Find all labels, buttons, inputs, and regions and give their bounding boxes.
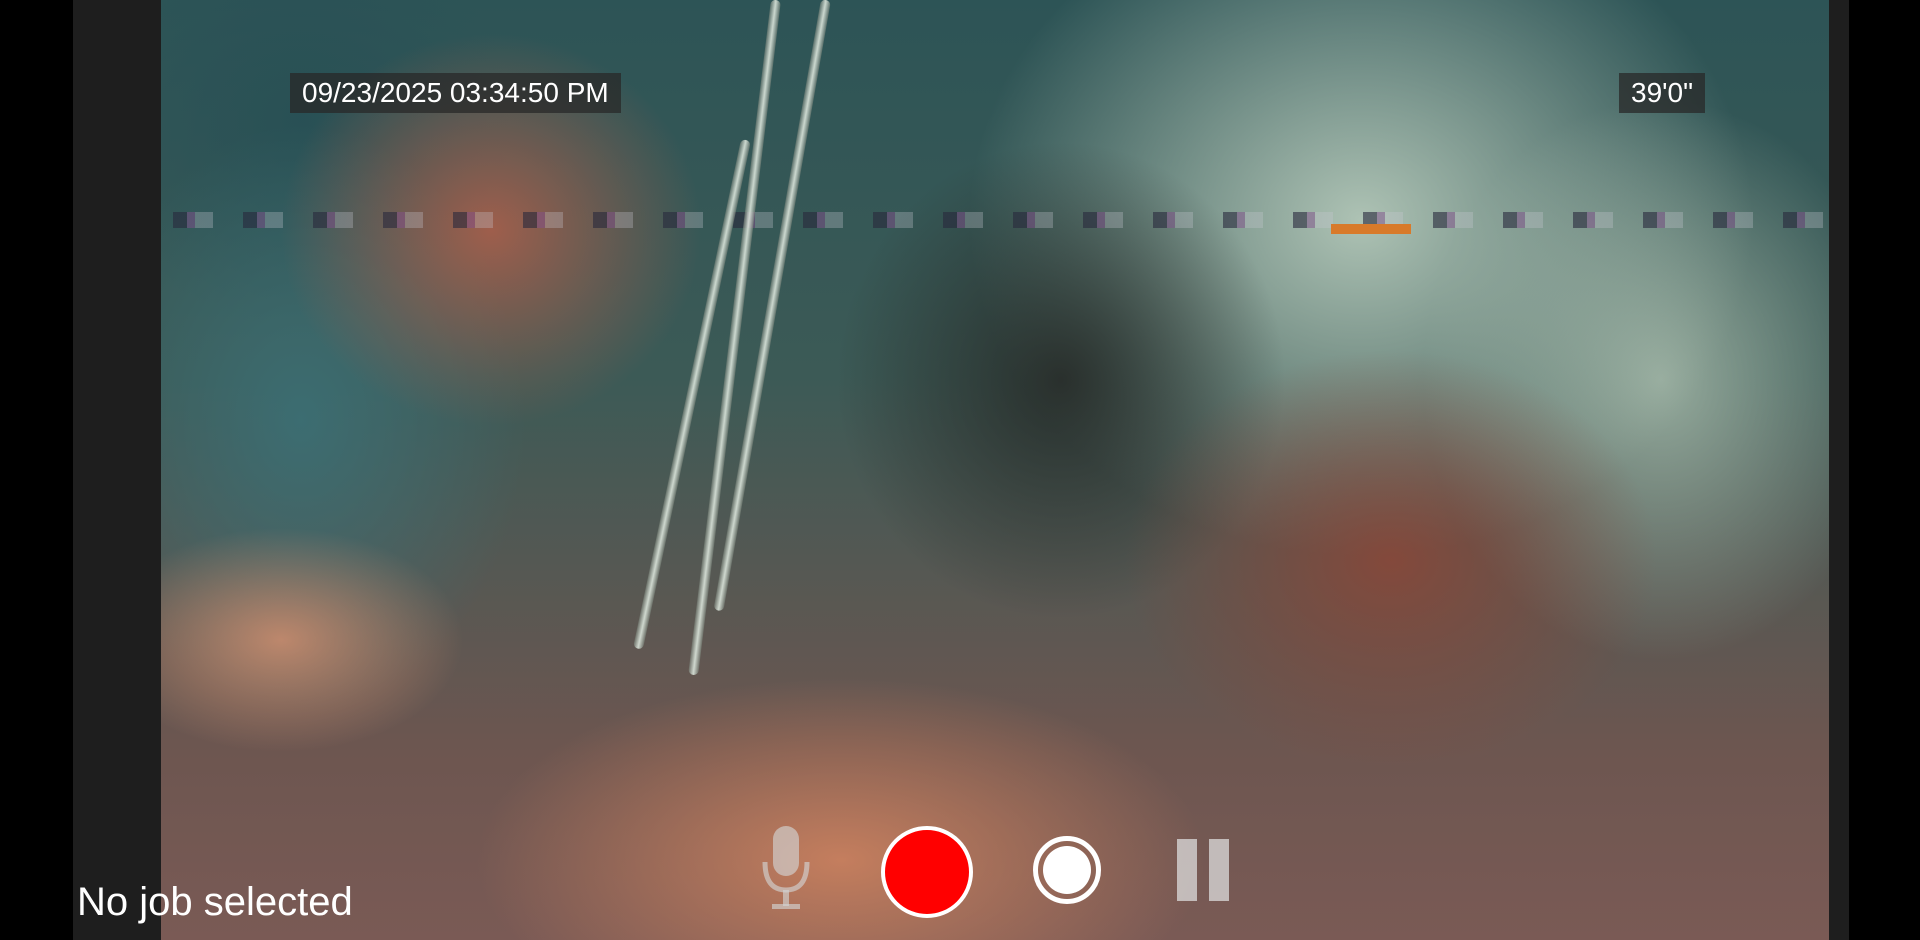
pause-icon-left-bar [1177, 839, 1197, 901]
video-glitch-line [173, 212, 1829, 228]
microphone-button[interactable] [755, 822, 817, 914]
pipe-camera-video-feed [161, 0, 1829, 940]
timestamp-overlay: 09/23/2025 03:34:50 PM [290, 73, 621, 113]
pause-button[interactable] [1170, 836, 1236, 904]
pause-icon-right-bar [1209, 839, 1229, 901]
root-strand [713, 0, 831, 612]
right-letterbox [1829, 0, 1849, 940]
job-status-label[interactable]: No job selected [77, 874, 353, 930]
record-button[interactable] [881, 826, 973, 918]
capture-photo-icon [1043, 846, 1091, 894]
microphone-icon [762, 826, 810, 909]
camera-screen: 09/23/2025 03:34:50 PM 39'0" No job sele… [0, 0, 1920, 940]
distance-counter: 39'0" [1619, 73, 1706, 113]
left-letterbox [73, 0, 161, 940]
capture-photo-button[interactable] [1033, 836, 1101, 904]
video-glitch-artifact [1331, 224, 1411, 234]
